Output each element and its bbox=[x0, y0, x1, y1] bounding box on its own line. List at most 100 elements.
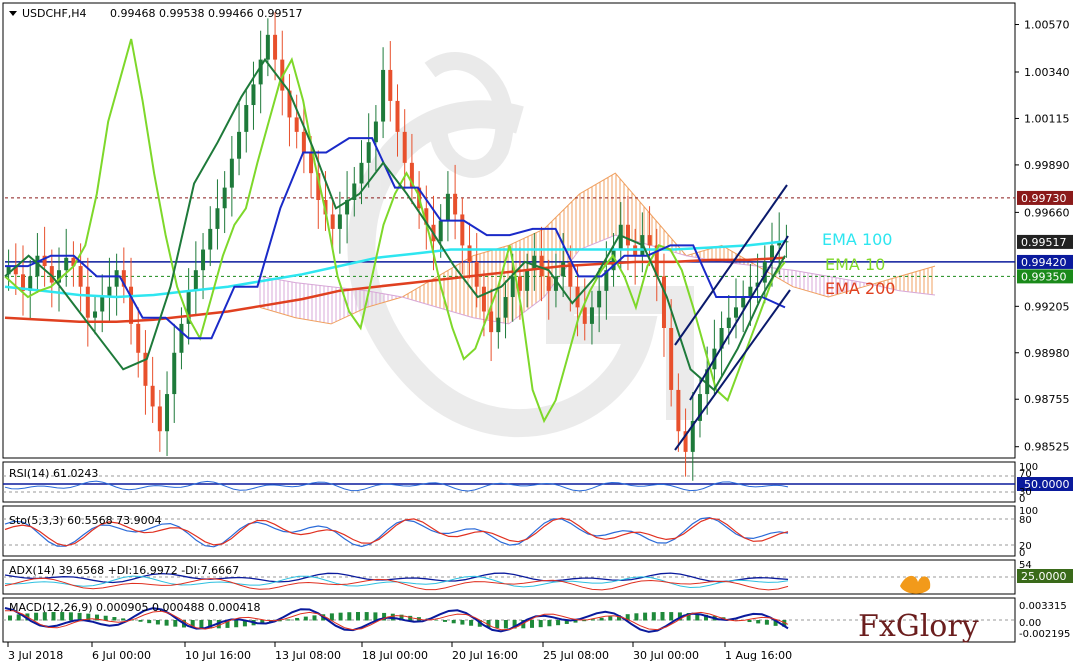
candle-body bbox=[741, 297, 746, 308]
candle-body bbox=[150, 385, 155, 407]
candle-body bbox=[503, 297, 508, 318]
candle-body bbox=[35, 255, 40, 277]
time-tick-label: 13 Jul 08:00 bbox=[275, 649, 341, 662]
time-tick-label: 25 Jul 08:00 bbox=[543, 649, 609, 662]
price-tag: 0.99730 bbox=[1017, 190, 1073, 205]
macd-tick-label: 0.003315 bbox=[1019, 601, 1067, 612]
candle-body bbox=[489, 311, 494, 333]
macd-histogram-bar bbox=[643, 612, 648, 621]
price-tag-label: 0.99420 bbox=[1021, 256, 1067, 269]
ema-10-label: EMA 10 bbox=[825, 255, 885, 274]
ema-100-label: EMA 100 bbox=[822, 230, 892, 249]
macd-histogram-bar bbox=[660, 612, 665, 621]
macd-tick-label: 0.00 bbox=[1019, 618, 1041, 629]
candle-body bbox=[179, 323, 184, 353]
macd-histogram-bar bbox=[556, 620, 561, 626]
candle-body bbox=[438, 220, 443, 242]
macd-histogram-bar bbox=[764, 620, 769, 625]
candle-body bbox=[366, 142, 371, 163]
macd-histogram-bar bbox=[16, 614, 21, 621]
price-tick-label: 0.99890 bbox=[1024, 159, 1070, 172]
candle-body bbox=[381, 69, 386, 122]
macd-histogram-bar bbox=[599, 617, 604, 621]
macd-histogram-bar bbox=[103, 615, 108, 621]
macd-histogram-bar bbox=[121, 618, 126, 621]
symbol-label: USDCHF,H4 bbox=[22, 7, 87, 20]
candle-body bbox=[445, 193, 450, 221]
price-tag: 0.99350 bbox=[1017, 269, 1073, 284]
macd-histogram-bar bbox=[347, 612, 352, 621]
ema-legend: EMA 100 EMA 10 EMA 200 bbox=[822, 230, 895, 298]
macd-histogram-bar bbox=[634, 613, 639, 621]
rsi-tick-label: 70 bbox=[1019, 469, 1032, 480]
candle-body bbox=[244, 105, 249, 132]
macd-histogram-bar bbox=[434, 619, 439, 621]
macd-histogram-bar bbox=[155, 620, 160, 625]
candle-body bbox=[136, 323, 141, 353]
candle-body bbox=[481, 286, 486, 312]
time-tick-label: 20 Jul 16:00 bbox=[452, 649, 518, 662]
candle-body bbox=[625, 224, 630, 246]
time-tick-label: 10 Jul 16:00 bbox=[185, 649, 251, 662]
candle-body bbox=[373, 121, 378, 143]
time-tick-label: 3 Jul 2018 bbox=[8, 649, 63, 662]
macd-histogram-bar bbox=[199, 620, 204, 629]
candle-body bbox=[64, 257, 69, 271]
macd-histogram-bar bbox=[669, 612, 674, 621]
macd-histogram-bar bbox=[608, 616, 613, 621]
chart-header: USDCHF,H4 0.99468 0.99538 0.99466 0.9951… bbox=[9, 7, 302, 20]
price-chart[interactable]: USDCHF,H4 0.99468 0.99538 0.99466 0.9951… bbox=[0, 0, 1076, 669]
candle-body bbox=[273, 34, 278, 60]
price-tick-label: 0.99660 bbox=[1024, 206, 1070, 219]
candle-body bbox=[496, 317, 501, 333]
adx-label: ADX(14) 39.6568 +DI:16.9972 -DI:7.6667 bbox=[9, 564, 239, 577]
price-axis: 1.00570 1.00340 1.00115 0.99890 0.99660 0.992… bbox=[1015, 19, 1073, 454]
macd-histogram-bar bbox=[112, 617, 117, 621]
candle-body bbox=[222, 187, 227, 209]
macd-histogram-bar bbox=[164, 620, 169, 626]
macd-histogram-bar bbox=[747, 620, 752, 623]
macd-histogram-bar bbox=[538, 620, 543, 628]
macd-histogram-bar bbox=[286, 619, 291, 621]
adx-tag-label: 25.0000 bbox=[1021, 570, 1067, 583]
candle-body bbox=[208, 228, 213, 250]
candle-body bbox=[215, 208, 220, 229]
macd-histogram-bar bbox=[234, 620, 239, 628]
macd-histogram-bar bbox=[8, 615, 12, 621]
time-tick-label: 1 Aug 16:00 bbox=[725, 649, 792, 662]
candle-body bbox=[733, 307, 738, 318]
adx-tick-label: 54 bbox=[1019, 560, 1032, 571]
candle-body bbox=[582, 307, 587, 324]
macd-histogram-bar bbox=[451, 620, 456, 624]
macd-histogram-bar bbox=[138, 620, 143, 622]
time-tick-label: 6 Jul 00:00 bbox=[92, 649, 151, 662]
price-tick-label: 0.99205 bbox=[1024, 300, 1070, 313]
candle-body bbox=[201, 249, 206, 271]
price-tag: 0.99420 bbox=[1017, 254, 1073, 269]
macd-label: MACD(12,26,9) 0.000905 0.000488 0.000418 bbox=[9, 601, 261, 614]
candle-body bbox=[251, 84, 256, 106]
sto-tick-label: 80 bbox=[1019, 515, 1032, 526]
macd-histogram-bar bbox=[547, 620, 552, 627]
candle-body bbox=[453, 193, 458, 215]
candle-body bbox=[467, 245, 472, 262]
candle-body bbox=[294, 117, 299, 132]
macd-histogram-bar bbox=[756, 620, 761, 624]
candle-body bbox=[157, 406, 162, 432]
candle-body bbox=[561, 261, 566, 277]
stochastic-label: Sto(5,3,3) 60.5568 73.9004 bbox=[9, 514, 162, 527]
candle-body bbox=[525, 270, 530, 291]
time-tick-label: 30 Jul 00:00 bbox=[633, 649, 699, 662]
candle-body bbox=[78, 266, 83, 287]
candle-body bbox=[546, 276, 551, 291]
macd-histogram-bar bbox=[495, 620, 500, 629]
macd-histogram-bar bbox=[364, 612, 369, 621]
candle-body bbox=[661, 276, 666, 328]
candle-body bbox=[460, 214, 465, 246]
candle-body bbox=[726, 317, 731, 328]
macd-histogram-bar bbox=[295, 617, 300, 621]
macd-histogram-bar bbox=[356, 612, 360, 621]
macd-histogram-bar bbox=[469, 620, 474, 626]
candle-body bbox=[669, 328, 674, 390]
candle-body bbox=[647, 235, 652, 246]
